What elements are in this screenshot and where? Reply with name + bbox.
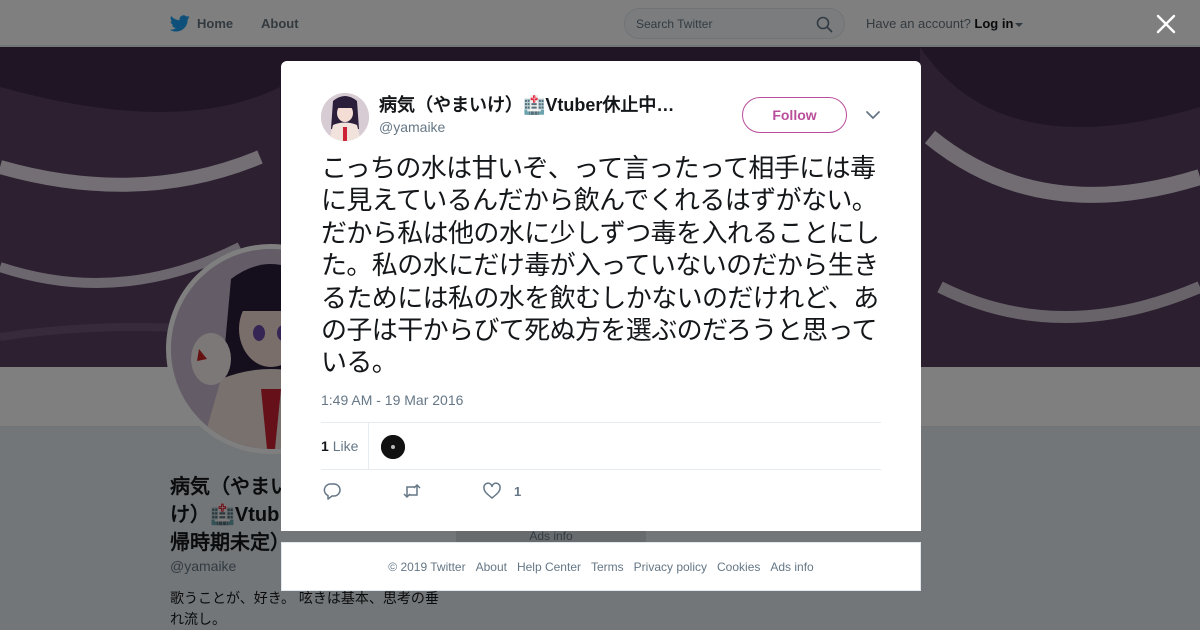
like-stat[interactable]: 1 Like bbox=[321, 438, 358, 454]
reply-icon bbox=[323, 483, 341, 500]
like-label: Like bbox=[332, 438, 359, 454]
tweet-author-handle[interactable]: @yamaike bbox=[379, 119, 445, 135]
tweet-text: こっちの水は甘いぞ、って言ったって相手には毒に見えているんだから飲んでくれるはず… bbox=[321, 154, 880, 379]
footer-cookies-link[interactable]: Cookies bbox=[717, 560, 760, 574]
footer-about-link[interactable]: About bbox=[476, 560, 507, 574]
tweet-actions: 1 bbox=[321, 481, 881, 503]
chevron-down-icon[interactable] bbox=[865, 109, 881, 121]
retweet-icon bbox=[403, 483, 421, 499]
stats-divider bbox=[368, 423, 369, 469]
author-avatar-art bbox=[321, 93, 369, 141]
liker-avatar-art bbox=[381, 435, 405, 459]
footer-ads-info-link[interactable]: Ads info bbox=[770, 560, 813, 574]
footer-help-center-link[interactable]: Help Center bbox=[517, 560, 581, 574]
tweet-author-name[interactable]: 病気（やまいけ）🏥Vtuber休止中… bbox=[379, 94, 689, 116]
reply-button[interactable] bbox=[323, 481, 341, 501]
like-button[interactable]: 1 bbox=[483, 481, 521, 501]
footer-privacy-link[interactable]: Privacy policy bbox=[634, 560, 707, 574]
tweet-timestamp[interactable]: 1:49 AM - 19 Mar 2016 bbox=[321, 392, 463, 408]
heart-icon bbox=[483, 482, 501, 499]
modal-footer: © 2019 Twitter About Help Center Terms P… bbox=[281, 542, 921, 591]
footer-copyright[interactable]: © 2019 Twitter bbox=[388, 560, 465, 574]
close-icon[interactable] bbox=[1154, 12, 1178, 36]
like-count: 1 bbox=[321, 438, 329, 454]
footer-terms-link[interactable]: Terms bbox=[591, 560, 624, 574]
follow-button[interactable]: Follow bbox=[742, 97, 847, 133]
tweet-modal: 病気（やまいけ）🏥Vtuber休止中… @yamaike Follow こっちの… bbox=[281, 61, 921, 531]
like-button-count: 1 bbox=[514, 483, 522, 499]
retweet-button[interactable] bbox=[403, 481, 421, 501]
author-avatar[interactable] bbox=[321, 93, 369, 141]
liker-avatar[interactable] bbox=[381, 435, 405, 459]
tweet-stats: 1 Like bbox=[321, 422, 881, 470]
